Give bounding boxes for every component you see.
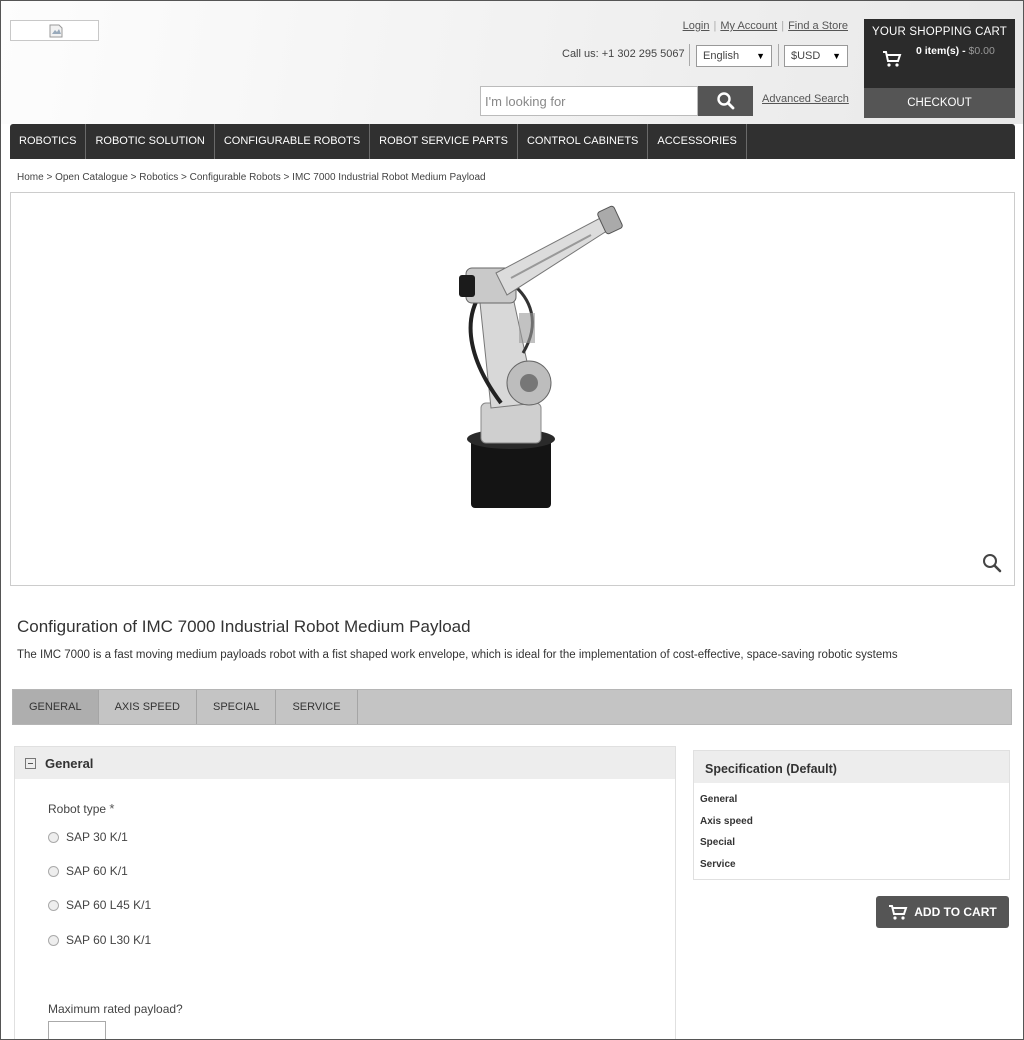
my-account-link[interactable]: My Account (720, 20, 777, 32)
payload-label: Maximum rated payload? (48, 1002, 183, 1016)
radio-button[interactable] (48, 831, 59, 843)
product-description: The IMC 7000 is a fast moving medium pay… (17, 649, 898, 661)
search-icon (717, 92, 735, 110)
cart-icon (883, 51, 902, 67)
general-panel-title: General (45, 755, 94, 771)
main-nav: ROBOTICS ROBOTIC SOLUTION CONFIGURABLE R… (10, 124, 1015, 159)
divider (689, 44, 690, 66)
config-tabs: GENERAL AXIS SPEED SPECIAL SERVICE (12, 689, 1012, 725)
product-title: Configuration of IMC 7000 Industrial Rob… (17, 617, 471, 636)
radio-button[interactable] (48, 899, 59, 911)
account-links: Login | My Account | Find a Store (682, 20, 848, 32)
general-panel-header[interactable]: General (15, 747, 675, 779)
divider (778, 44, 779, 66)
shopping-cart-widget[interactable]: YOUR SHOPPING CART 0 item(s) - $0.00 (864, 19, 1015, 88)
specification-box: Specification (Default) General Axis spe… (693, 750, 1010, 880)
broken-image-icon (49, 24, 63, 38)
robot-type-option[interactable]: SAP 60 L30 K/1 (48, 933, 151, 947)
general-panel: General Robot type * SAP 30 K/1 SAP 60 K… (14, 746, 676, 1040)
search-input[interactable]: I'm looking for (480, 86, 698, 116)
add-to-cart-button[interactable]: ADD TO CART (876, 896, 1009, 928)
tab-axis-speed[interactable]: AXIS SPEED (99, 690, 197, 724)
cart-title: YOUR SHOPPING CART (871, 26, 1008, 38)
spec-item: General (700, 794, 738, 805)
site-logo[interactable] (10, 20, 99, 41)
spec-item: Service (700, 859, 736, 870)
nav-robotic-solution[interactable]: ROBOTIC SOLUTION (86, 124, 215, 159)
caret-down-icon: ▼ (832, 51, 841, 61)
specification-title: Specification (Default) (694, 751, 1009, 783)
nav-control-cabinets[interactable]: CONTROL CABINETS (518, 124, 649, 159)
language-select[interactable]: English ▼ (696, 45, 772, 67)
collapse-icon[interactable] (25, 757, 36, 769)
find-store-link[interactable]: Find a Store (788, 20, 848, 32)
tab-special[interactable]: SPECIAL (197, 690, 277, 724)
tab-service[interactable]: SERVICE (276, 690, 358, 724)
radio-button[interactable] (48, 934, 59, 946)
robot-type-option[interactable]: SAP 60 K/1 (48, 864, 128, 878)
spec-item: Special (700, 837, 736, 848)
spec-item: Axis speed (700, 816, 753, 827)
robot-product-image (459, 205, 623, 508)
caret-down-icon: ▼ (756, 51, 765, 61)
search-button[interactable] (698, 86, 753, 116)
checkout-button[interactable]: CHECKOUT (864, 88, 1015, 118)
radio-button[interactable] (48, 865, 59, 877)
robot-type-option[interactable]: SAP 30 K/1 (48, 830, 128, 844)
payload-input[interactable] (48, 1021, 106, 1040)
cart-icon (889, 904, 908, 920)
zoom-icon[interactable] (982, 553, 1002, 573)
currency-select[interactable]: $USD ▼ (784, 45, 848, 67)
product-image-gallery[interactable] (10, 192, 1015, 586)
breadcrumb: Home > Open Catalogue > Robotics > Confi… (17, 172, 486, 183)
robot-type-option[interactable]: SAP 60 L45 K/1 (48, 898, 151, 912)
advanced-search-link[interactable]: Advanced Search (762, 93, 849, 105)
required-marker: * (109, 801, 115, 816)
nav-accessories[interactable]: ACCESSORIES (648, 124, 747, 159)
login-link[interactable]: Login (683, 20, 710, 32)
cart-total: $0.00 (968, 45, 995, 57)
nav-robotics[interactable]: ROBOTICS (10, 124, 87, 159)
currency-value: $USD (791, 50, 821, 62)
robot-type-label: Robot type * (48, 801, 115, 816)
language-value: English (703, 50, 740, 62)
nav-configurable-robots[interactable]: CONFIGURABLE ROBOTS (215, 124, 371, 159)
cart-summary: 0 item(s) - $0.00 (916, 45, 995, 57)
call-us-text: Call us: +1 302 295 5067 (562, 48, 685, 60)
nav-robot-service-parts[interactable]: ROBOT SERVICE PARTS (370, 124, 518, 159)
tab-general[interactable]: GENERAL (13, 690, 99, 724)
